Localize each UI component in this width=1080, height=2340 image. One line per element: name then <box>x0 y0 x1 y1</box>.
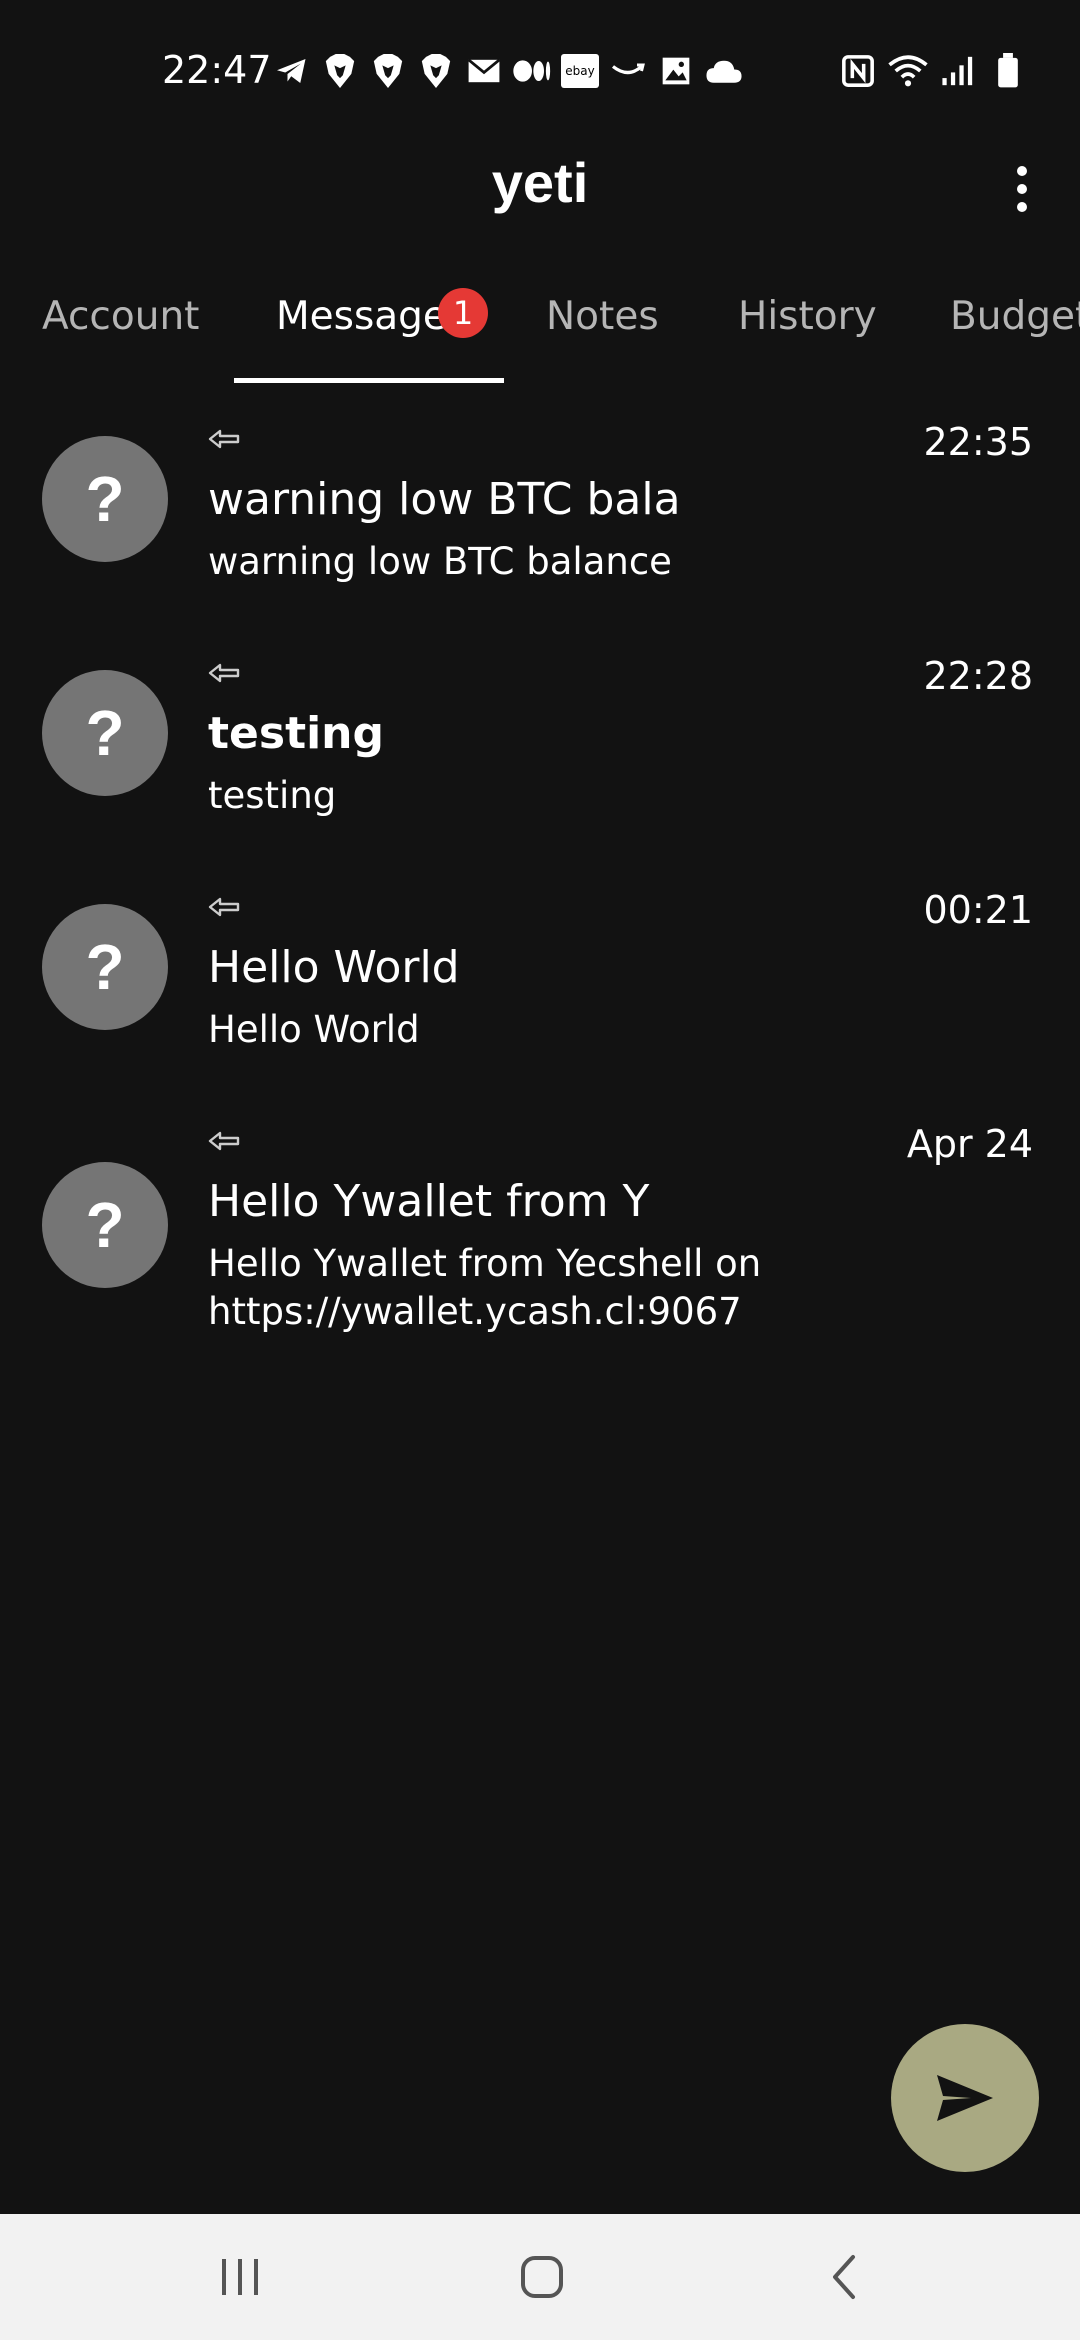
reply-arrow-icon <box>208 897 240 917</box>
message-subject: warning low BTC bala <box>208 474 681 525</box>
home-icon[interactable] <box>507 2244 577 2310</box>
tab-indicator <box>234 378 504 383</box>
gallery-icon <box>656 51 696 91</box>
message-item[interactable]: ? 22:35 warning low BTC bala warning low… <box>0 420 1080 630</box>
message-subject: testing <box>208 708 384 759</box>
message-item[interactable]: ? Apr 24 Hello Ywallet from Y Hello Ywal… <box>0 1122 1080 1342</box>
reply-arrow-icon <box>208 1131 240 1151</box>
message-body: warning low BTC balance <box>208 540 672 583</box>
avatar: ? <box>42 436 168 562</box>
brave-icon <box>368 51 408 91</box>
status-bar: 22:47 ebay <box>0 0 1080 140</box>
tab-budget[interactable]: Budget <box>950 270 1080 384</box>
send-icon <box>937 2075 993 2121</box>
status-time: 22:47 <box>162 48 272 92</box>
telegram-icon <box>272 51 312 91</box>
message-time: 22:28 <box>923 654 1033 698</box>
message-body: Hello World <box>208 1008 420 1051</box>
avatar: ? <box>42 1162 168 1288</box>
recent-apps-icon[interactable] <box>205 2244 275 2310</box>
app-bar: yeti <box>0 140 1080 270</box>
amazon-icon <box>608 51 648 91</box>
back-icon[interactable] <box>810 2244 880 2310</box>
send-message-button[interactable] <box>891 2024 1039 2172</box>
mail-icon <box>464 51 504 91</box>
message-time: Apr 24 <box>906 1122 1033 1166</box>
more-vert-icon[interactable] <box>994 154 1050 224</box>
message-subject: Hello World <box>208 942 460 993</box>
message-subject: Hello Ywallet from Y <box>208 1176 650 1227</box>
nfc-icon <box>838 51 878 91</box>
brave-icon <box>416 51 456 91</box>
message-body: testing <box>208 774 337 817</box>
reply-arrow-icon <box>208 663 240 683</box>
cloud-icon <box>704 51 744 91</box>
tab-bar: Account Messages Notes History Budget <box>0 270 1080 384</box>
brave-icon <box>320 51 360 91</box>
ebay-label: ebay <box>561 54 599 88</box>
message-item[interactable]: ? 00:21 Hello World Hello World <box>0 888 1080 1098</box>
medium-icon <box>512 51 552 91</box>
tab-notes[interactable]: Notes <box>546 270 659 384</box>
message-body: Hello Ywallet from Yecshell on https://y… <box>208 1242 762 1333</box>
message-item[interactable]: ? 22:28 testing testing <box>0 654 1080 864</box>
notification-icons: ebay <box>272 50 744 92</box>
message-time: 00:21 <box>923 888 1033 932</box>
system-nav-bar <box>0 2214 1080 2340</box>
battery-icon <box>988 51 1028 91</box>
tab-history[interactable]: History <box>738 270 877 384</box>
unread-badge: 1 <box>438 288 488 338</box>
avatar: ? <box>42 904 168 1030</box>
page-title: yeti <box>491 151 589 214</box>
message-time: 22:35 <box>923 420 1033 464</box>
tab-account[interactable]: Account <box>42 270 199 384</box>
reply-arrow-icon <box>208 429 240 449</box>
avatar: ? <box>42 670 168 796</box>
tab-messages[interactable]: Messages <box>276 270 467 384</box>
system-icons <box>838 50 1028 92</box>
signal-icon <box>938 51 978 91</box>
wifi-icon <box>888 51 928 91</box>
ebay-icon: ebay <box>560 51 600 91</box>
